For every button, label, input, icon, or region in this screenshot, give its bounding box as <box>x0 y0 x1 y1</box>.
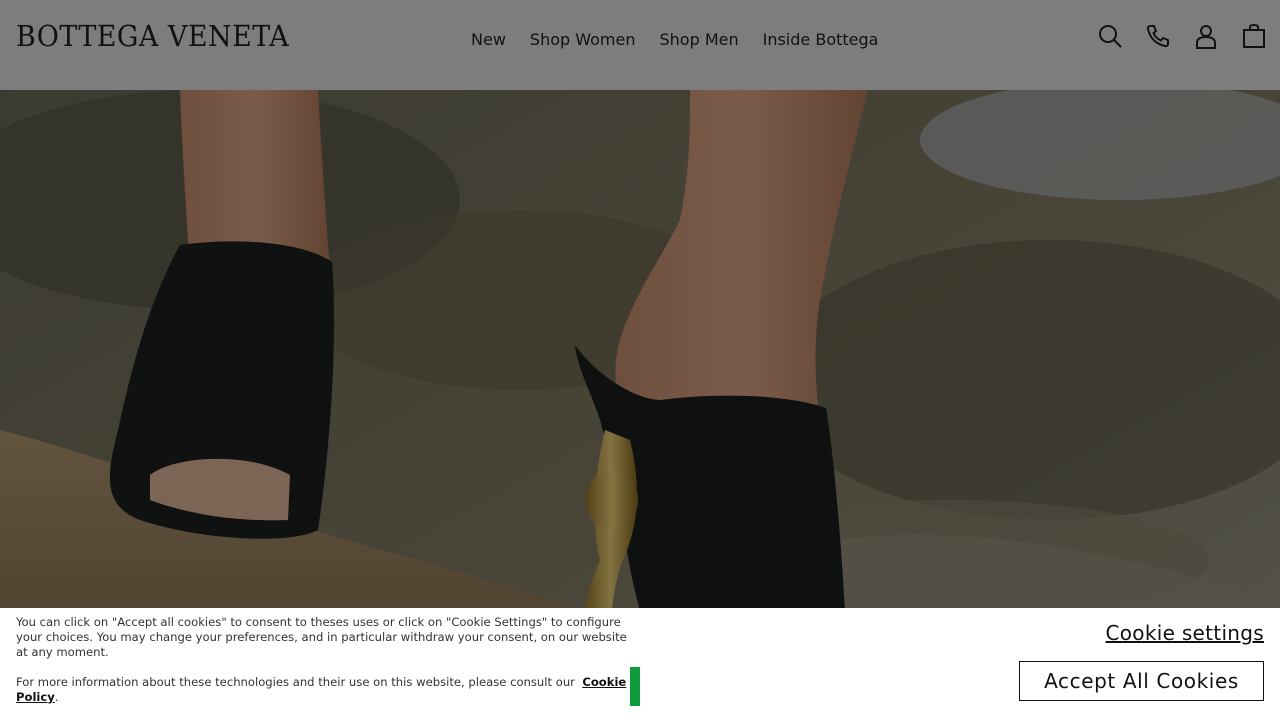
search-icon[interactable] <box>1096 22 1124 50</box>
phone-icon[interactable] <box>1144 22 1172 50</box>
cookie-banner: You can click on "Accept all cookies" to… <box>0 608 1280 720</box>
site-header: BOTTEGA VENETA New Shop Women Shop Men I… <box>0 0 1280 90</box>
nav-item-new[interactable]: New <box>471 30 506 49</box>
cookie-intro-text: You can click on "Accept all cookies" to… <box>16 615 627 659</box>
brand-logo[interactable]: BOTTEGA VENETA <box>16 19 289 53</box>
header-icons <box>1096 22 1268 50</box>
cookie-more-info-text: For more information about these technol… <box>16 675 575 689</box>
nav-item-shop-men[interactable]: Shop Men <box>659 30 738 49</box>
consent-indicator-bar <box>630 667 640 706</box>
cookie-more-info: For more information about these technol… <box>16 675 636 705</box>
cookie-settings-link[interactable]: Cookie settings <box>1106 621 1265 645</box>
bag-icon[interactable] <box>1240 22 1268 50</box>
cookie-policy-suffix: . <box>54 690 59 704</box>
accept-all-cookies-button[interactable]: Accept All Cookies <box>1019 661 1264 701</box>
cookie-message: You can click on "Accept all cookies" to… <box>16 615 636 705</box>
account-icon[interactable] <box>1192 22 1220 50</box>
nav-item-shop-women[interactable]: Shop Women <box>530 30 636 49</box>
nav-item-inside-bottega[interactable]: Inside Bottega <box>763 30 879 49</box>
main-nav: New Shop Women Shop Men Inside Bottega <box>471 30 878 49</box>
